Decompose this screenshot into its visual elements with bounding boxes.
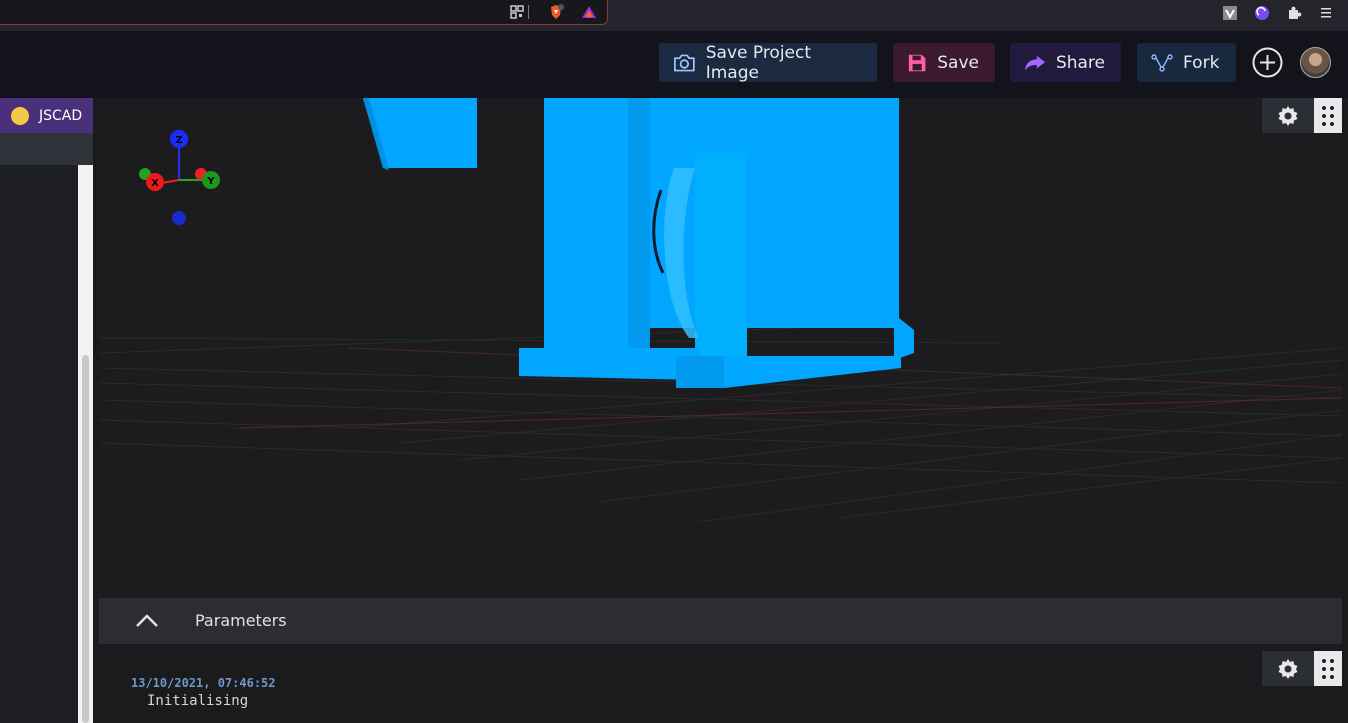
file-tab-strip <box>0 133 93 165</box>
chevron-up-icon[interactable] <box>135 612 159 628</box>
3d-viewer[interactable]: Z X Y <box>99 98 1342 598</box>
fork-label: Fork <box>1183 52 1220 73</box>
share-button[interactable]: Share <box>1010 43 1121 82</box>
log-timestamp: 13/10/2021, 07:46:52 <box>131 676 276 690</box>
gear-icon <box>1278 658 1298 679</box>
left-panel: JSCAD <box>0 98 93 723</box>
browser-menu-icon[interactable] <box>1318 5 1334 21</box>
floppy-disk-icon <box>908 54 926 71</box>
console-settings-button[interactable] <box>1262 651 1314 686</box>
app-header: Save Project Image Save Share Fork <box>0 31 1348 98</box>
save-project-image-button[interactable]: Save Project Image <box>659 42 877 83</box>
viewer-tools <box>1262 98 1342 133</box>
add-circle-icon[interactable] <box>1252 47 1283 78</box>
fork-icon <box>1151 53 1173 72</box>
drag-grip-icon <box>1322 105 1334 126</box>
extensions-puzzle-icon[interactable] <box>1286 5 1302 21</box>
extension-shield-icon[interactable] <box>1222 5 1238 21</box>
console-drag-handle[interactable] <box>1314 651 1342 686</box>
viewer-canvas: Z X Y <box>99 98 1342 523</box>
axis-gizmo[interactable]: Z X Y <box>139 130 220 225</box>
drag-grip-icon <box>1322 658 1334 679</box>
save-project-image-label: Save Project Image <box>705 42 812 83</box>
viewer-settings-button[interactable] <box>1262 98 1314 133</box>
console-panel: 13/10/2021, 07:46:52 Initialising <box>99 650 1342 723</box>
jscad-logo-icon <box>11 106 29 125</box>
parameters-label: Parameters <box>195 611 287 630</box>
console-tools <box>1262 651 1342 686</box>
divider <box>528 5 529 19</box>
axis-z-label: Z <box>175 135 182 146</box>
axis-x-label: X <box>151 178 159 189</box>
code-editor[interactable] <box>0 165 78 723</box>
qr-code-icon[interactable] <box>509 4 525 20</box>
url-bar[interactable] <box>0 0 608 25</box>
share-label: Share <box>1055 52 1105 73</box>
save-button[interactable]: Save <box>893 43 995 82</box>
jscad-tab-label: JSCAD <box>39 107 83 124</box>
brave-shield-icon[interactable] <box>548 4 564 20</box>
3d-model <box>363 98 914 388</box>
save-label: Save <box>937 52 979 73</box>
jscad-tab[interactable]: JSCAD <box>0 98 93 133</box>
user-avatar[interactable] <box>1300 47 1331 78</box>
parameters-bar[interactable]: Parameters <box>99 598 1342 644</box>
camera-icon <box>674 54 695 71</box>
editor-scrollbar[interactable] <box>78 165 93 723</box>
browser-toolbar <box>0 0 1348 31</box>
brave-rewards-icon[interactable] <box>581 4 597 20</box>
viewer-drag-handle[interactable] <box>1314 98 1342 133</box>
fork-button[interactable]: Fork <box>1137 43 1236 82</box>
gear-icon <box>1278 105 1298 126</box>
scrollbar-thumb[interactable] <box>82 355 89 723</box>
axis-y-label: Y <box>206 176 215 187</box>
log-message: Initialising <box>147 693 249 709</box>
extension-purple-icon[interactable] <box>1254 5 1270 21</box>
share-arrow-icon <box>1024 55 1046 70</box>
